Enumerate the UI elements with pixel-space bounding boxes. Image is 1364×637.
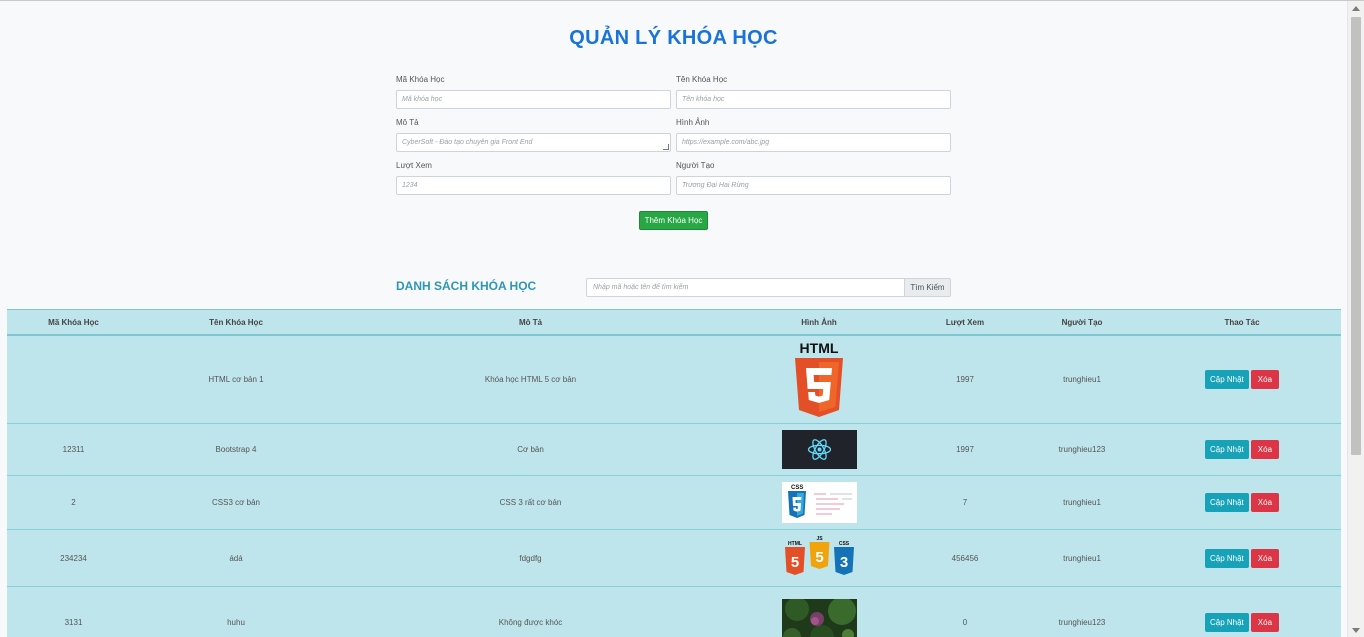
update-button[interactable]: Cập Nhật <box>1204 493 1249 512</box>
svg-text:3: 3 <box>839 554 847 571</box>
views-label: Lượt Xem <box>396 161 432 170</box>
course-id-field: Mã Khóa Học Mã khóa học <box>396 75 671 109</box>
header-views: Lượt Xem <box>945 317 985 327</box>
cell-id: 234234 <box>60 553 87 563</box>
description-label: Mô Tả <box>396 118 419 127</box>
list-title: DANH SÁCH KHÓA HỌC <box>396 279 537 293</box>
html5-logo-image: HTML <box>795 340 843 417</box>
search-button[interactable]: Tìm Kiếm <box>905 278 951 297</box>
svg-text:HTML: HTML <box>800 340 839 356</box>
delete-button[interactable]: Xóa <box>1250 548 1280 568</box>
scroll-down-icon[interactable] <box>1352 628 1360 633</box>
cell-actions: Cập Nhật Xóa <box>1143 440 1341 459</box>
update-button[interactable]: Cập Nhật <box>1204 548 1249 568</box>
delete-button[interactable]: Xóa <box>1250 440 1280 459</box>
cell-image <box>729 599 909 637</box>
update-button[interactable]: Cập Nhật <box>1204 612 1249 632</box>
cell-name: Bootstrap 4 <box>215 445 257 454</box>
css3-logo-image: CSS <box>781 482 857 523</box>
cell-image: HTML <box>729 340 909 420</box>
creator-input[interactable]: Trương Đại Hai Rừng <box>676 176 951 195</box>
course-name-field: Tên Khóa Học Tên khóa học <box>676 75 951 109</box>
delete-button[interactable]: Xóa <box>1250 370 1280 389</box>
creator-field: Người Tạo Trương Đại Hai Rừng <box>676 161 951 195</box>
image-field: Hình Ảnh https://example.com/abc.jpg <box>676 118 951 152</box>
table-row: 234234 ádá fdgdfg HTML 5 JS 5 CSS 3 4564… <box>7 530 1341 587</box>
cell-description: fdgdfg <box>519 553 542 563</box>
cell-description: CSS 3 rất cơ bản <box>499 498 562 507</box>
cell-description: Cơ bản <box>517 445 544 454</box>
cell-creator: trunghieu1 <box>1063 498 1101 507</box>
search-group: Nhập mã hoặc tên để tìm kiếm Tìm Kiếm <box>586 278 951 297</box>
table-header: Mã Khóa Học Tên Khóa Học Mô Tả Hình Ảnh … <box>7 310 1341 336</box>
description-textarea[interactable]: CyberSoft - Đào tạo chuyên gia Front End <box>396 133 671 152</box>
cell-actions: Cập Nhật Xóa <box>1143 493 1341 512</box>
description-field: Mô Tả CyberSoft - Đào tạo chuyên gia Fro… <box>396 118 671 152</box>
scroll-up-icon[interactable] <box>1352 6 1360 11</box>
cell-name: HTML cơ bản 1 <box>208 375 264 384</box>
course-id-input[interactable]: Mã khóa học <box>396 90 671 109</box>
cell-actions: Cập Nhật Xóa <box>1143 548 1341 568</box>
table-row: 2 CSS3 cơ bản CSS 3 rất cơ bản CSS 7 tru… <box>7 476 1341 530</box>
course-table: Mã Khóa Học Tên Khóa Học Mô Tả Hình Ảnh … <box>7 309 1341 637</box>
cell-name: huhu <box>227 617 245 627</box>
update-button[interactable]: Cập Nhật <box>1204 370 1249 389</box>
cell-actions: Cập Nhật Xóa <box>1143 612 1341 632</box>
table-row: 12311 Bootstrap 4 Cơ bản 1997 trunghieu1… <box>7 424 1341 476</box>
views-input[interactable]: 1234 <box>396 176 671 195</box>
creator-label: Người Tạo <box>676 161 715 170</box>
page-title: QUẢN LÝ KHÓA HỌC <box>569 27 778 49</box>
header-id: Mã Khóa Học <box>48 317 99 327</box>
svg-text:CSS: CSS <box>791 485 803 491</box>
svg-text:HTML: HTML <box>788 541 802 547</box>
add-course-button[interactable]: Thêm Khóa Học <box>639 211 708 230</box>
header-actions: Thao Tác <box>1224 317 1260 327</box>
cell-creator: trunghieu1 <box>1063 375 1101 384</box>
cell-views: 0 <box>962 617 968 627</box>
search-input[interactable]: Nhập mã hoặc tên để tìm kiếm <box>586 278 905 297</box>
cell-views: 1997 <box>956 445 974 454</box>
svg-text:CSS: CSS <box>838 541 849 547</box>
cell-views: 456456 <box>951 553 979 563</box>
update-button[interactable]: Cập Nhật <box>1204 440 1249 459</box>
cell-name: ádá <box>229 553 243 563</box>
course-id-label: Mã Khóa Học <box>396 75 445 84</box>
html-js-css-logos-image: HTML 5 JS 5 CSS 3 <box>784 536 854 575</box>
cell-actions: Cập Nhật Xóa <box>1143 370 1341 389</box>
delete-button[interactable]: Xóa <box>1250 612 1280 632</box>
cell-creator: trunghieu123 <box>1058 445 1106 454</box>
image-url-input[interactable]: https://example.com/abc.jpg <box>676 133 951 152</box>
cell-id: 3131 <box>64 617 83 627</box>
svg-text:JS: JS <box>816 536 823 542</box>
nature-photo-image <box>781 599 857 637</box>
table-row: 3131 huhu Không được khóc 0 trunghieu123… <box>7 587 1341 637</box>
image-label: Hình Ảnh <box>676 118 710 127</box>
course-name-label: Tên Khóa Học <box>676 75 728 84</box>
cell-image: HTML 5 JS 5 CSS 3 <box>729 536 909 580</box>
cell-name: CSS3 cơ bản <box>212 498 260 507</box>
header-description: Mô Tả <box>518 317 543 327</box>
header-image: Hình Ảnh <box>801 317 837 327</box>
cell-description: Không được khóc <box>498 617 563 627</box>
header-creator: Người Tạo <box>1061 317 1103 327</box>
views-field: Lượt Xem 1234 <box>396 161 671 195</box>
table-row: HTML cơ bản 1 Khóa học HTML 5 cơ bản HTM… <box>7 336 1341 424</box>
cell-image: CSS <box>729 482 909 523</box>
svg-text:5: 5 <box>790 554 798 571</box>
cell-views: 7 <box>962 498 968 507</box>
cell-image <box>729 430 909 469</box>
svg-text:5: 5 <box>815 549 823 566</box>
course-name-input[interactable]: Tên khóa học <box>676 90 951 109</box>
scrollbar-thumb[interactable] <box>1351 17 1361 455</box>
cell-creator: trunghieu123 <box>1058 617 1106 627</box>
cell-id: 2 <box>71 498 76 507</box>
cell-id: 12311 <box>62 445 85 454</box>
cell-views: 1997 <box>956 375 974 384</box>
header-name: Tên Khóa Học <box>209 317 263 327</box>
vertical-scrollbar[interactable] <box>1347 1 1364 637</box>
cell-creator: trunghieu1 <box>1063 553 1101 563</box>
delete-button[interactable]: Xóa <box>1250 493 1280 512</box>
react-logo-image <box>781 430 857 469</box>
cell-description: Khóa học HTML 5 cơ bản <box>484 375 577 384</box>
